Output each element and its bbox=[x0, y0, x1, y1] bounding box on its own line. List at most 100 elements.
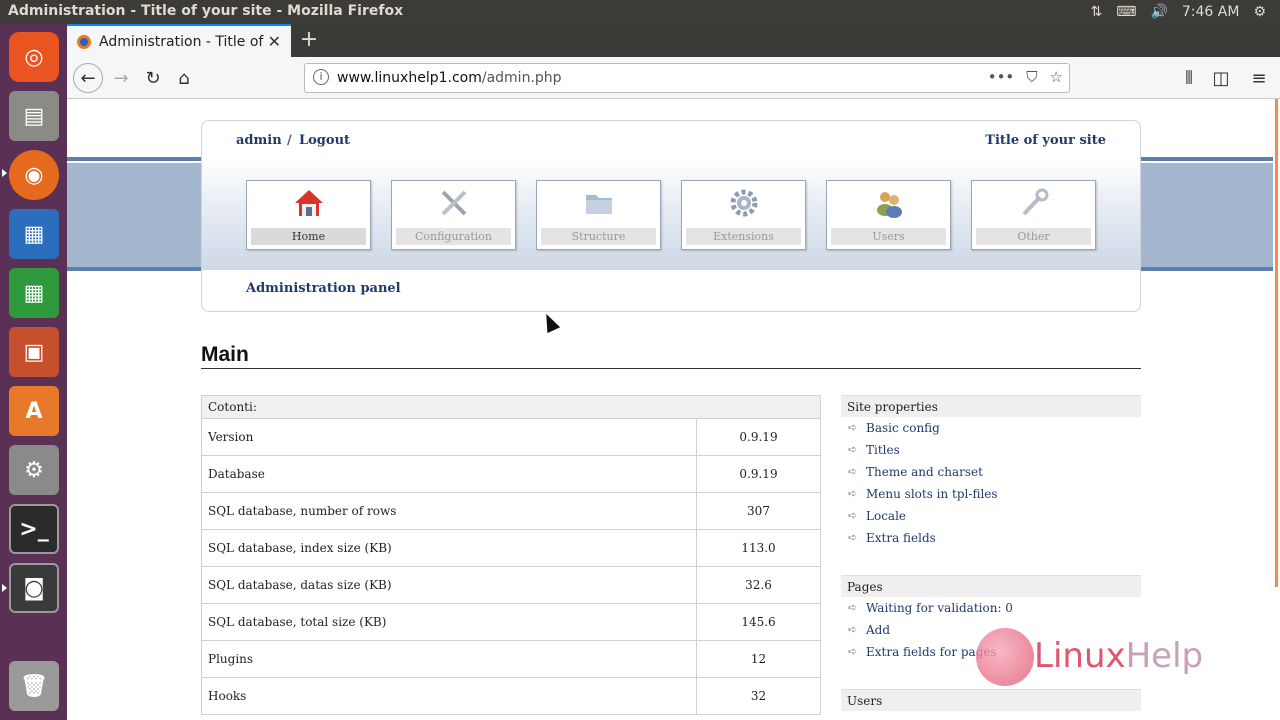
tile-label: Home bbox=[251, 228, 366, 245]
menu-icon[interactable]: ≡ bbox=[1245, 64, 1273, 92]
launcher: ◎ ▤ ◉ ▦ ▦ ▣ A ⚙ >_ ◙ 🗑 bbox=[0, 24, 67, 720]
page-scrollbar[interactable] bbox=[1273, 99, 1280, 720]
nav-tile-configuration[interactable]: Configuration bbox=[391, 180, 516, 250]
sidebar-icon[interactable]: ◫ bbox=[1207, 64, 1235, 92]
nav-tile-other[interactable]: Other bbox=[971, 180, 1096, 250]
table-header-row: Cotonti: bbox=[201, 395, 821, 419]
sidebar-item-basic-config[interactable]: ➪ Basic config bbox=[841, 417, 1141, 439]
back-button[interactable]: ← bbox=[73, 63, 103, 93]
nav-tile-users[interactable]: Users bbox=[826, 180, 951, 250]
tab-strip: Administration - Title of your site ✕ + bbox=[67, 24, 1280, 57]
users-icon bbox=[877, 192, 902, 218]
table-row: SQL database, datas size (KB) 32.6 bbox=[201, 566, 821, 604]
power-icon[interactable]: ⚙ bbox=[1253, 4, 1266, 20]
system-info-table: Cotonti: Version 0.9.19 Database 0.9.19 SQ… bbox=[201, 395, 821, 715]
sidebar-item-waiting-validation[interactable]: ➪ Waiting for validation: 0 bbox=[841, 597, 1141, 619]
gear-icon bbox=[730, 189, 758, 217]
row-value: 307 bbox=[696, 492, 821, 530]
forward-button[interactable]: → bbox=[107, 64, 135, 92]
tile-label: Users bbox=[831, 228, 946, 245]
tile-label: Other bbox=[976, 228, 1091, 245]
sidebar-item-locale[interactable]: ➪ Locale bbox=[841, 505, 1141, 527]
new-tab-button[interactable]: + bbox=[297, 27, 321, 52]
home-button[interactable]: ⌂ bbox=[170, 64, 198, 92]
mouse-cursor bbox=[539, 310, 561, 334]
breadcrumb[interactable]: Administration panel bbox=[246, 281, 401, 296]
row-label: Version bbox=[201, 418, 697, 456]
system-tray: ⇅ ⌨ 🔊 7:46 AM ⚙ bbox=[1091, 0, 1280, 24]
folder-icon bbox=[586, 195, 612, 214]
keyboard-icon[interactable]: ⌨ bbox=[1116, 4, 1136, 20]
linuxhelp-watermark: LinuxHelp bbox=[976, 628, 1228, 688]
section-header: Pages bbox=[841, 575, 1141, 597]
volume-icon[interactable]: 🔊 bbox=[1150, 4, 1167, 20]
tile-label: Configuration bbox=[396, 228, 511, 245]
row-value: 12 bbox=[696, 640, 821, 678]
screen-recorder-icon[interactable]: ◙ bbox=[9, 563, 59, 613]
pocket-icon[interactable]: ⛉ bbox=[1026, 68, 1037, 86]
firefox-icon[interactable]: ◉ bbox=[9, 150, 59, 200]
sidebar-item-titles[interactable]: ➪ Titles bbox=[841, 439, 1141, 461]
clock[interactable]: 7:46 AM bbox=[1182, 4, 1240, 20]
admin-link[interactable]: admin bbox=[236, 133, 282, 148]
software-center-icon[interactable]: A bbox=[9, 386, 59, 436]
nav-tile-home[interactable]: Home bbox=[246, 180, 371, 250]
row-label: Plugins bbox=[201, 640, 697, 678]
section-header: Site properties bbox=[841, 395, 1141, 417]
trash-icon[interactable]: 🗑 bbox=[9, 661, 59, 711]
window-title: Administration - Title of your site - Mo… bbox=[8, 3, 404, 19]
wrench-icon bbox=[1022, 188, 1049, 216]
tab-administration[interactable]: Administration - Title of your site ✕ bbox=[67, 24, 291, 57]
arrow-right-icon: ➪ bbox=[848, 531, 858, 544]
terminal-icon[interactable]: >_ bbox=[9, 504, 59, 554]
row-label: SQL database, number of rows bbox=[201, 492, 697, 530]
arrow-right-icon: ➪ bbox=[848, 645, 858, 658]
library-icon[interactable]: ⫴ bbox=[1175, 64, 1203, 92]
star-icon[interactable]: ☆ bbox=[1050, 68, 1063, 86]
logout-link[interactable]: Logout bbox=[299, 133, 350, 148]
row-value: 32 bbox=[696, 677, 821, 715]
home-icon bbox=[295, 190, 323, 216]
row-value: 145.6 bbox=[696, 603, 821, 641]
page-content: admin / Logout Title of your site Home C… bbox=[67, 99, 1273, 720]
nav-tile-structure[interactable]: Structure bbox=[536, 180, 661, 250]
files-icon[interactable]: ▤ bbox=[9, 91, 59, 141]
row-value: 0.9.19 bbox=[696, 418, 821, 456]
admin-header-box: admin / Logout Title of your site Home C… bbox=[201, 120, 1141, 312]
impress-icon[interactable]: ▣ bbox=[9, 327, 59, 377]
settings-icon[interactable]: ⚙ bbox=[9, 445, 59, 495]
arrow-right-icon: ➪ bbox=[848, 443, 858, 456]
scrollbar-thumb[interactable] bbox=[1275, 99, 1278, 587]
url-bar[interactable]: i www.linuxhelp1.com/admin.php ••• ⛉ ☆ bbox=[304, 63, 1070, 93]
tools-icon bbox=[441, 190, 467, 216]
ubuntu-dash-icon[interactable]: ◎ bbox=[9, 32, 59, 82]
reload-button[interactable]: ↻ bbox=[139, 64, 167, 92]
row-value: 32.6 bbox=[696, 566, 821, 604]
table-row: SQL database, total size (KB) 145.6 bbox=[201, 603, 821, 641]
sidebar-item-extra-fields[interactable]: ➪ Extra fields bbox=[841, 527, 1141, 549]
url-actions: ••• ⛉ ☆ bbox=[988, 68, 1063, 86]
row-label: Hooks bbox=[201, 677, 697, 715]
table-row: Hooks 32 bbox=[201, 677, 821, 715]
site-title-link[interactable]: Title of your site bbox=[985, 133, 1106, 148]
site-properties-section: Site properties ➪ Basic config ➪ Titles ➪ T… bbox=[841, 395, 1141, 549]
url-text[interactable]: www.linuxhelp1.com/admin.php bbox=[337, 70, 562, 86]
page-actions-button[interactable]: ••• bbox=[988, 68, 1015, 86]
tab-title: Administration - Title of your site bbox=[99, 33, 264, 50]
table-row: Database 0.9.19 bbox=[201, 455, 821, 493]
calc-icon[interactable]: ▦ bbox=[9, 268, 59, 318]
site-info-icon[interactable]: i bbox=[313, 69, 329, 85]
table-row: SQL database, number of rows 307 bbox=[201, 492, 821, 530]
running-indicator bbox=[2, 169, 7, 177]
row-value: 0.9.19 bbox=[696, 455, 821, 493]
close-tab-icon[interactable]: ✕ bbox=[268, 32, 281, 51]
row-label: SQL database, datas size (KB) bbox=[201, 566, 697, 604]
nav-tile-extensions[interactable]: Extensions bbox=[681, 180, 806, 250]
sidebar-item-menu-slots[interactable]: ➪ Menu slots in tpl-files bbox=[841, 483, 1141, 505]
table-row: Version 0.9.19 bbox=[201, 418, 821, 456]
section-header: Users bbox=[841, 689, 1141, 711]
network-icon[interactable]: ⇅ bbox=[1091, 4, 1103, 20]
writer-icon[interactable]: ▦ bbox=[9, 209, 59, 259]
tile-label: Structure bbox=[541, 228, 656, 245]
sidebar-item-theme-charset[interactable]: ➪ Theme and charset bbox=[841, 461, 1141, 483]
